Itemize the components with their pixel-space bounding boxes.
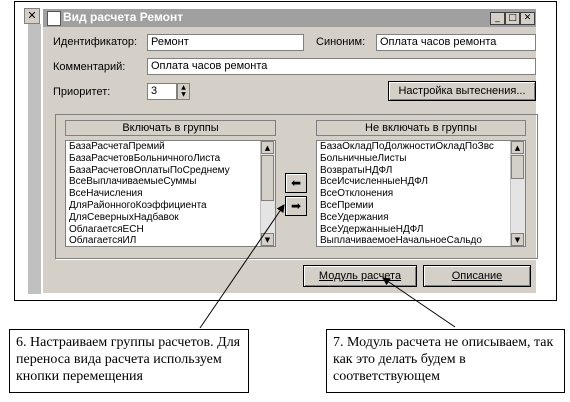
note-left: 6. Настраиваем группы расчетов. Для пере… — [9, 329, 249, 393]
note-right: 7. Модуль расчета не описываем, так как … — [326, 329, 565, 393]
callout-arrow-right — [382, 277, 456, 328]
callout-arrow-left — [199, 204, 285, 329]
